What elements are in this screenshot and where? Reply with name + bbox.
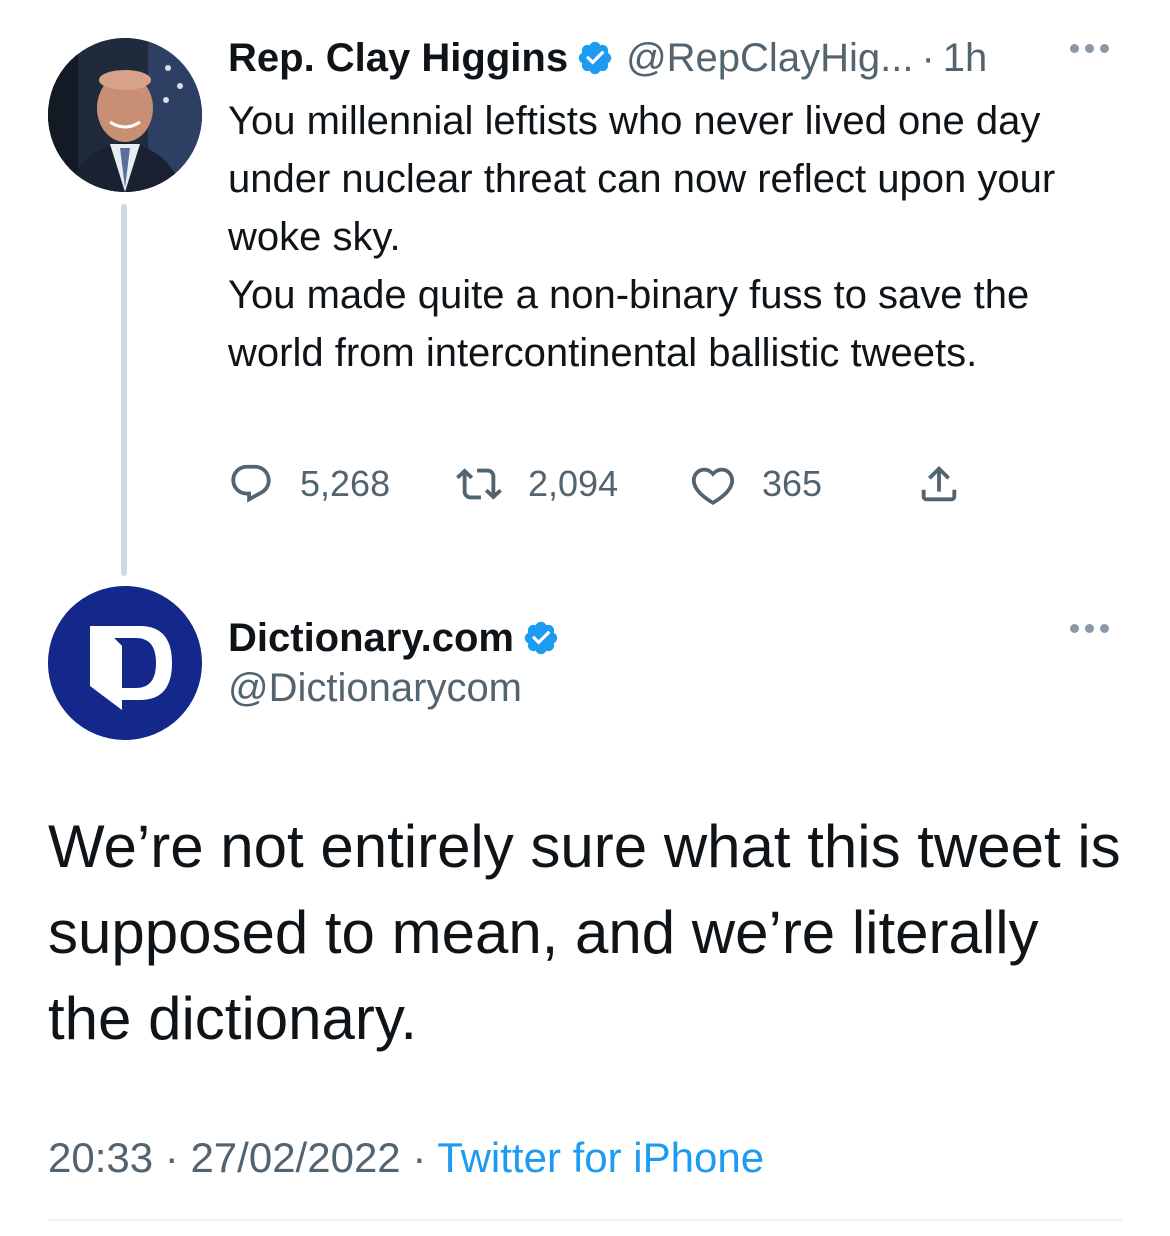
verified-badge-icon bbox=[578, 41, 612, 75]
retweet-button[interactable]: 2,094 bbox=[456, 460, 618, 508]
avatar-rep-clay-higgins[interactable] bbox=[48, 38, 202, 192]
like-count: 365 bbox=[762, 463, 823, 504]
reply-icon bbox=[231, 464, 271, 503]
like-button[interactable]: 365 bbox=[690, 460, 822, 508]
main-more-options-icon[interactable] bbox=[1070, 624, 1109, 633]
retweet-count: 2,094 bbox=[528, 463, 619, 504]
tweet-source-link[interactable]: Twitter for iPhone bbox=[437, 1134, 764, 1181]
tweet-metadata: 20:33 · 27/02/2022 · Twitter for iPhone bbox=[48, 1134, 764, 1182]
meta-separator: · bbox=[412, 1134, 427, 1181]
parent-tweet-time[interactable]: 1h bbox=[943, 36, 988, 81]
parent-tweet-text: You millennial leftists who never lived … bbox=[228, 99, 1056, 375]
reply-count: 5,268 bbox=[300, 463, 391, 504]
header-separator: · bbox=[921, 35, 935, 80]
tweet-date[interactable]: 27/02/2022 bbox=[190, 1134, 400, 1181]
avatar-dictionary-com[interactable] bbox=[48, 586, 202, 740]
parent-author-handle[interactable]: @RepClayHig... bbox=[626, 36, 913, 81]
main-tweet-author: Dictionary.com bbox=[228, 612, 572, 664]
profile-photo-icon bbox=[48, 38, 202, 192]
dictionary-logo-icon bbox=[48, 586, 202, 740]
meta-separator: · bbox=[164, 1134, 179, 1181]
heart-icon bbox=[691, 467, 735, 505]
parent-more-options-icon[interactable] bbox=[1070, 44, 1109, 53]
bottom-divider bbox=[48, 1219, 1122, 1221]
parent-author-name[interactable]: Rep. Clay Higgins bbox=[228, 36, 568, 81]
reply-button[interactable]: 5,268 bbox=[228, 460, 390, 508]
main-author-handle[interactable]: @Dictionarycom bbox=[228, 666, 522, 711]
verified-badge-icon bbox=[524, 621, 558, 655]
parent-tweet-actions: 5,268 2,094 365 bbox=[228, 460, 988, 508]
retweet-icon bbox=[456, 468, 502, 500]
thread-connector-line bbox=[121, 204, 127, 576]
parent-tweet-header: Rep. Clay Higgins @RepClayHig... · 1h bbox=[228, 32, 987, 84]
main-author-name[interactable]: Dictionary.com bbox=[228, 616, 514, 661]
share-button[interactable] bbox=[916, 460, 962, 508]
tweet-time[interactable]: 20:33 bbox=[48, 1134, 153, 1181]
main-tweet-text: We’re not entirely sure what this tweet … bbox=[48, 813, 1121, 1052]
share-icon bbox=[921, 465, 957, 502]
